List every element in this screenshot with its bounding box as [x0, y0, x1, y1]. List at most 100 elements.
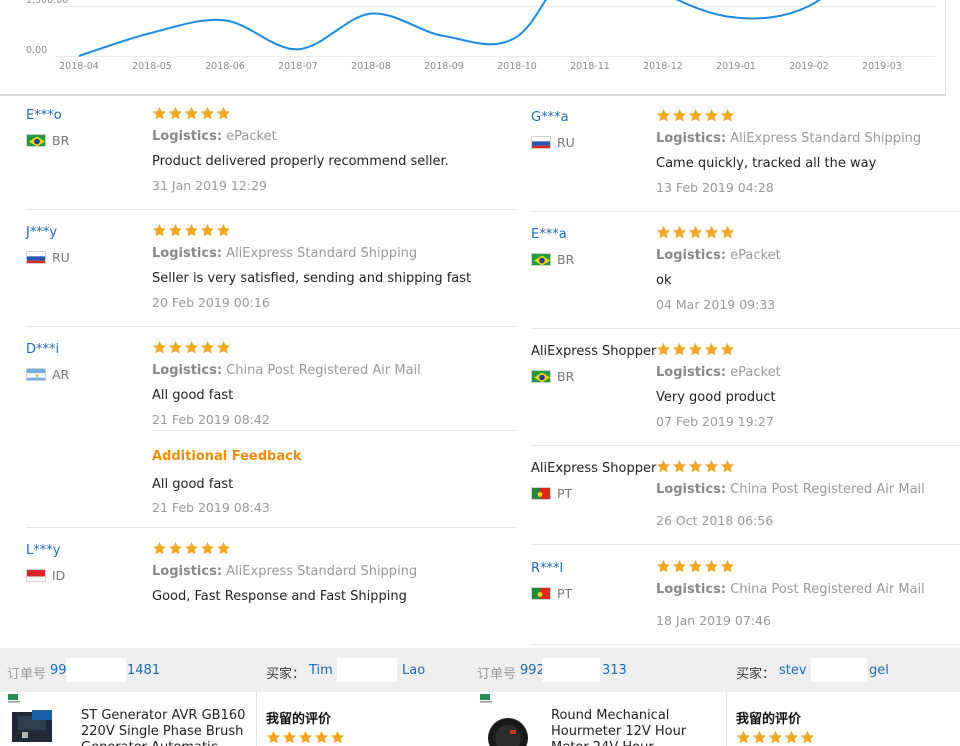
star-icon — [184, 106, 199, 121]
logistics-label: Logistics: — [152, 363, 223, 378]
star-icon — [314, 730, 329, 745]
review-text: Seller is very satisfied, sending and sh… — [152, 271, 472, 286]
order-number-suffix[interactable]: 313 — [602, 663, 627, 678]
logistics-label: Logistics: — [656, 365, 727, 380]
rating-stars — [656, 225, 735, 240]
redaction — [542, 658, 600, 682]
reviewer-name[interactable]: L***y — [26, 543, 60, 558]
review-text: Good, Fast Response and Fast Shipping — [152, 589, 407, 604]
star-icon — [200, 541, 215, 556]
flag-br-icon — [531, 253, 551, 266]
star-icon — [216, 541, 231, 556]
review-date: 04 Mar 2019 09:33 — [656, 297, 776, 312]
product-thumbnail[interactable] — [476, 692, 538, 746]
star-icon — [200, 340, 215, 355]
star-icon — [330, 730, 345, 745]
redaction — [66, 658, 126, 682]
buyer-name-prefix[interactable]: Tim — [309, 663, 333, 678]
logistics: Logistics: China Post Registered Air Mai… — [656, 582, 925, 597]
reviewer-name[interactable]: G***a — [531, 110, 569, 125]
star-icon — [688, 559, 703, 574]
buyer-label: 买家： — [736, 667, 776, 682]
star-icon — [784, 730, 799, 745]
order-number-suffix[interactable]: 1481 — [127, 663, 160, 678]
star-icon — [656, 559, 671, 574]
rating-stars — [152, 340, 231, 355]
star-icon — [168, 541, 183, 556]
rating-stars — [152, 106, 231, 121]
product-thumbnail[interactable] — [4, 692, 66, 746]
star-icon — [672, 559, 687, 574]
star-icon — [688, 459, 703, 474]
star-icon — [672, 225, 687, 240]
star-icon — [152, 223, 167, 238]
star-icon — [800, 730, 815, 745]
sales-line-chart: 1,500.00 0.00 2018-04 2018-05 2018-06 2018-0… — [26, 0, 935, 72]
buyer-label: 买家： — [266, 667, 306, 682]
review-date: 07 Feb 2019 19:27 — [656, 414, 774, 429]
reviewer-name[interactable]: D***i — [26, 342, 59, 357]
logistics-label: Logistics: — [656, 582, 727, 597]
star-icon — [720, 108, 735, 123]
star-icon — [184, 541, 199, 556]
x-tick-label: 2018-06 — [205, 61, 245, 72]
star-icon — [152, 541, 167, 556]
y-tick-label: 0.00 — [26, 45, 47, 56]
logistics: Logistics: China Post Registered Air Mai… — [152, 363, 421, 378]
flag-br-icon — [26, 134, 46, 147]
country-code: AR — [52, 367, 70, 382]
x-tick-label: 2019-02 — [789, 61, 829, 72]
star-icon — [704, 459, 719, 474]
logistics-value: ePacket — [730, 365, 781, 380]
reviewer-country: PT — [531, 486, 572, 501]
buyer-name-suffix[interactable]: Lao — [402, 663, 425, 678]
x-tick-label: 2018-10 — [497, 61, 537, 72]
star-icon — [184, 223, 199, 238]
logistics: Logistics: China Post Registered Air Mai… — [656, 482, 925, 497]
reviewer-country: RU — [531, 135, 575, 150]
product-title[interactable]: Round Mechanical Hourmeter 12V Hour Mete… — [551, 708, 696, 746]
additional-feedback-text: All good fast — [152, 477, 234, 492]
order-header: 订单号 99 1481 买家： Tim Lao — [0, 648, 476, 692]
star-icon — [688, 225, 703, 240]
rating-stars — [656, 459, 735, 474]
logistics-value: China Post Registered Air Mail — [730, 582, 925, 597]
order-number-prefix[interactable]: 99 — [50, 663, 67, 678]
divider — [26, 209, 516, 210]
reviewer-country: BR — [26, 133, 69, 148]
order-number-label: 订单号 — [477, 667, 517, 682]
order-number-label: 订单号 — [7, 667, 47, 682]
logistics: Logistics: AliExpress Standard Shipping — [152, 246, 417, 261]
star-icon — [704, 559, 719, 574]
review-text: Came quickly, tracked all the way — [656, 156, 877, 171]
divider — [531, 544, 960, 545]
divider — [531, 644, 960, 645]
divider — [531, 211, 960, 212]
buyer-name-prefix[interactable]: stev — [779, 663, 807, 678]
star-icon — [152, 340, 167, 355]
x-tick-label: 2018-08 — [351, 61, 391, 72]
logistics-label: Logistics: — [152, 246, 223, 261]
reviewer-country: ID — [26, 568, 65, 583]
reviewer-name[interactable]: E***a — [531, 227, 567, 242]
rating-stars — [656, 342, 735, 357]
review-text: Very good product — [656, 390, 776, 405]
flag-ru-icon — [531, 136, 551, 149]
divider — [531, 328, 960, 329]
review-date: 20 Feb 2019 00:16 — [152, 295, 270, 310]
flag-pt-icon — [531, 487, 551, 500]
x-tick-label: 2018-09 — [424, 61, 464, 72]
country-code: RU — [557, 135, 575, 150]
flag-pt-icon — [531, 587, 551, 600]
reviewer-name[interactable]: E***o — [26, 108, 62, 123]
flag-br-icon — [531, 370, 551, 383]
reviewer-name[interactable]: J***y — [26, 225, 57, 240]
reviewer-name[interactable]: R***l — [531, 561, 563, 576]
star-icon — [200, 106, 215, 121]
additional-feedback-label: Additional Feedback — [152, 449, 302, 464]
star-icon — [298, 730, 313, 745]
review-date: 21 Feb 2019 08:42 — [152, 412, 270, 427]
star-icon — [266, 730, 281, 745]
buyer-name-suffix[interactable]: gel — [869, 663, 889, 678]
product-title[interactable]: ST Generator AVR GB160 220V Single Phase… — [81, 708, 249, 746]
